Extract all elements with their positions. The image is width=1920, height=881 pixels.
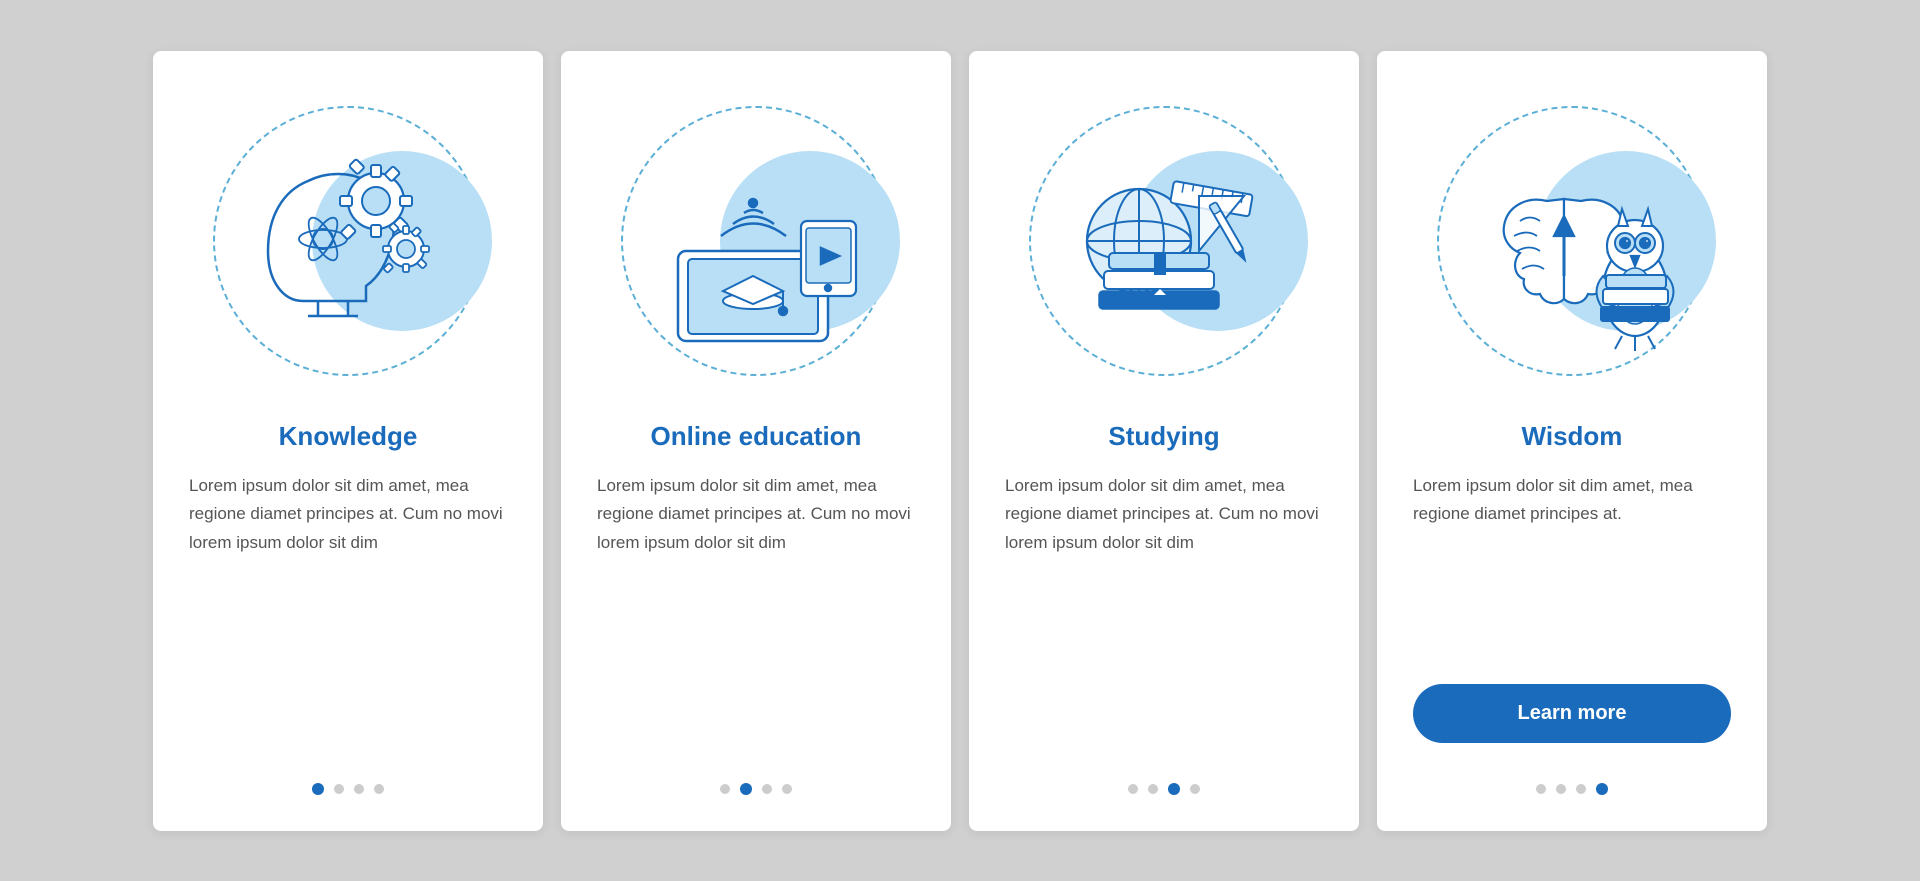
dot-4 <box>1596 783 1608 795</box>
icon-area-studying <box>1014 91 1314 391</box>
card-text-wisdom: Lorem ipsum dolor sit dim amet, mea regi… <box>1413 472 1731 664</box>
dot-2 <box>334 784 344 794</box>
card-wisdom: Wisdom Lorem ipsum dolor sit dim amet, m… <box>1377 51 1767 831</box>
knowledge-icon <box>228 121 468 361</box>
card-knowledge: Knowledge Lorem ipsum dolor sit dim amet… <box>153 51 543 831</box>
dots-knowledge <box>312 783 384 795</box>
dot-3 <box>762 784 772 794</box>
dot-3 <box>1168 783 1180 795</box>
dot-4 <box>782 784 792 794</box>
dot-3 <box>1576 784 1586 794</box>
card-text-studying: Lorem ipsum dolor sit dim amet, mea regi… <box>1005 472 1323 753</box>
icon-area-online-education <box>606 91 906 391</box>
dot-2 <box>1556 784 1566 794</box>
dot-3 <box>354 784 364 794</box>
dots-studying <box>1128 783 1200 795</box>
dot-1 <box>720 784 730 794</box>
dot-2 <box>740 783 752 795</box>
dot-4 <box>374 784 384 794</box>
card-title-knowledge: Knowledge <box>279 421 418 452</box>
dot-4 <box>1190 784 1200 794</box>
dot-1 <box>1128 784 1138 794</box>
learn-more-button[interactable]: Learn more <box>1413 684 1731 743</box>
card-text-online-education: Lorem ipsum dolor sit dim amet, mea regi… <box>597 472 915 753</box>
icon-area-wisdom <box>1422 91 1722 391</box>
dots-online-education <box>720 783 792 795</box>
online-education-icon <box>636 121 876 361</box>
studying-icon <box>1044 121 1284 361</box>
card-studying: Studying Lorem ipsum dolor sit dim amet,… <box>969 51 1359 831</box>
icon-area-knowledge <box>198 91 498 391</box>
dot-1 <box>1536 784 1546 794</box>
card-title-online-education: Online education <box>651 421 862 452</box>
card-title-studying: Studying <box>1108 421 1219 452</box>
card-title-wisdom: Wisdom <box>1522 421 1623 452</box>
card-online-education: Online education Lorem ipsum dolor sit d… <box>561 51 951 831</box>
cards-container: Knowledge Lorem ipsum dolor sit dim amet… <box>113 11 1807 871</box>
wisdom-icon <box>1452 121 1692 361</box>
dots-wisdom <box>1536 783 1608 795</box>
dot-1 <box>312 783 324 795</box>
card-text-knowledge: Lorem ipsum dolor sit dim amet, mea regi… <box>189 472 507 753</box>
dot-2 <box>1148 784 1158 794</box>
